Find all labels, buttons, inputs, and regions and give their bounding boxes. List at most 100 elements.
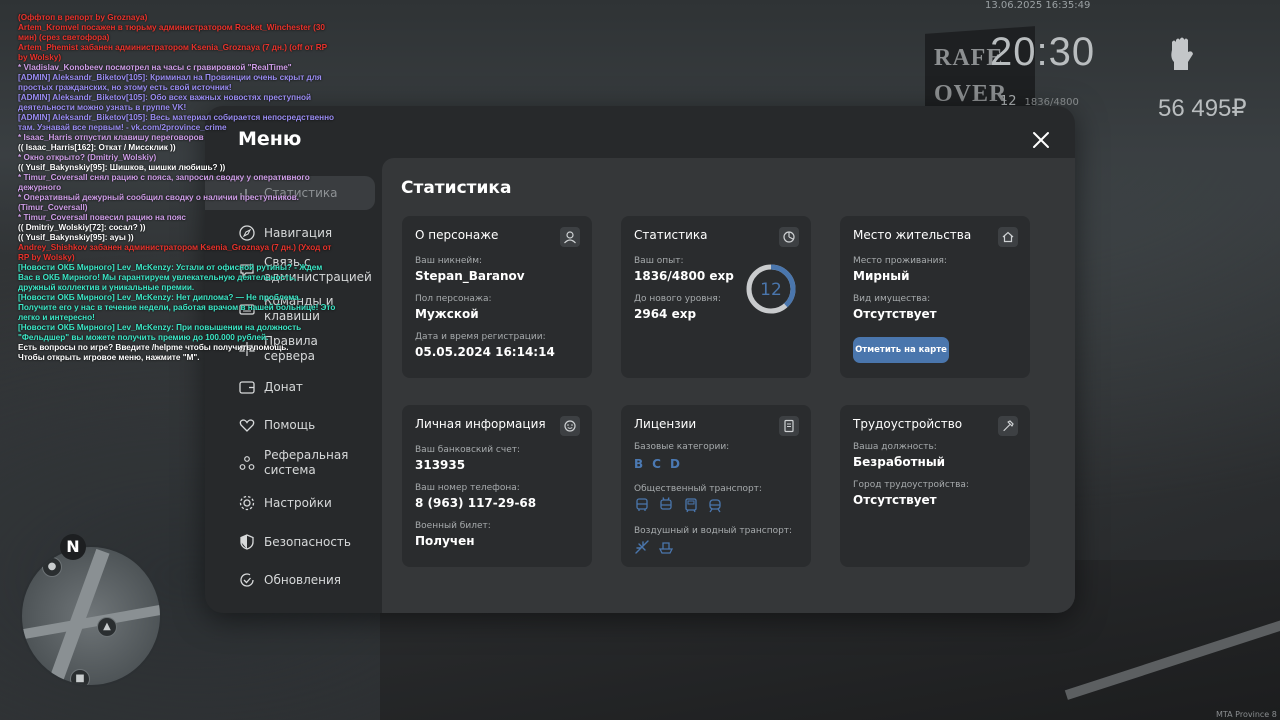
nickname-value: Stepan_Baranov bbox=[415, 269, 525, 283]
metro-icon bbox=[707, 497, 723, 513]
next-level-value: 2964 exp bbox=[634, 307, 697, 321]
sidebar-item-settings[interactable]: Настройки bbox=[205, 486, 375, 520]
chat-line: [Новости ОКБ Мирного] Lev_McKenzy: Устал… bbox=[18, 263, 323, 292]
chat-line: [ADMIN] Aleksandr_Biketov[105]: Обо всех… bbox=[18, 93, 312, 112]
public-transport-label: Общественный транспорт: bbox=[634, 484, 762, 494]
chat-line: (( Yusif_Bakynskiy[95]: Шишков, шишки лю… bbox=[18, 163, 226, 172]
chat-line: Чтобы открыть игровое меню, нажмите "M". bbox=[18, 353, 200, 362]
watermark: MTA Province 8 bbox=[1216, 710, 1277, 719]
next-level-label: До нового уровня: bbox=[634, 294, 721, 304]
chat-line: * Isaac_Harris отпустил клавишу перегово… bbox=[18, 133, 204, 142]
hud-datetime: 13.06.2025 16:35:49 bbox=[985, 0, 1091, 11]
bus-icon bbox=[634, 497, 650, 513]
face-icon bbox=[560, 416, 580, 436]
sidebar-item-label: Обновления bbox=[264, 572, 342, 587]
sidebar-item-label: Помощь bbox=[264, 417, 316, 432]
chat-line: [Новости ОКБ Мирного] Lev_McKenzy: При п… bbox=[18, 323, 302, 342]
gender-label: Пол персонажа: bbox=[415, 294, 492, 304]
sidebar-item-label: Реферальная система bbox=[264, 448, 349, 477]
refresh-icon bbox=[238, 571, 256, 589]
chat-line: * Vladislav_Konobeev посмотрел на часы с… bbox=[18, 63, 292, 72]
base-categories: BCD bbox=[634, 457, 689, 471]
chat-line: [Новости ОКБ Мирного] Lev_McKenzy: Нет д… bbox=[18, 293, 336, 322]
close-button[interactable] bbox=[1029, 128, 1053, 152]
job-city-value: Отсутствует bbox=[853, 493, 937, 507]
hud-money: 56 495₽ bbox=[1158, 95, 1247, 122]
heart-hand-icon bbox=[238, 416, 256, 434]
card-title: Лицензии bbox=[634, 417, 697, 431]
card-job: Трудоустройство Ваша должность: Безработ… bbox=[840, 405, 1030, 567]
military-label: Военный билет: bbox=[415, 521, 491, 531]
bank-value: 313935 bbox=[415, 458, 466, 472]
minimap: ● ▲ ■ bbox=[20, 545, 162, 687]
tram-icon bbox=[683, 497, 699, 513]
minimap-player-icon: ▲ bbox=[97, 617, 117, 637]
minimap-marker-icon: ● bbox=[42, 557, 62, 577]
position-value: Безработный bbox=[853, 455, 946, 469]
chat-line: * Оперативный дежурный сообщил сводку о … bbox=[18, 193, 299, 212]
chat-line: Andrey_Shishkov забанен администратором … bbox=[18, 243, 332, 262]
license-category: C bbox=[652, 457, 661, 471]
chat-line: * Timur_Coversall повесил рацию на пояс bbox=[18, 213, 186, 222]
residence-label: Место проживания: bbox=[853, 256, 947, 266]
gear-icon bbox=[238, 494, 256, 512]
registration-value: 05.05.2024 16:14:14 bbox=[415, 345, 555, 359]
chat-line: [ADMIN] Aleksandr_Biketov[105]: Весь мат… bbox=[18, 113, 335, 132]
level-number: 12 bbox=[760, 280, 782, 300]
menu-content: Статистика О персонаже Ваш никнейм: Step… bbox=[382, 158, 1075, 613]
sidebar-item-donate[interactable]: Донат bbox=[205, 370, 375, 404]
military-value: Получен bbox=[415, 534, 475, 548]
card-character: О персонаже Ваш никнейм: Stepan_Baranov … bbox=[402, 216, 592, 378]
property-value: Отсутствует bbox=[853, 307, 937, 321]
exp-label: Ваш опыт: bbox=[634, 256, 684, 266]
chat-line: * Окно открыто? (Dmitriy_Wolskiy) bbox=[18, 153, 157, 162]
chat-line: (( Dmitriy_Wolskiy[72]: сосал? )) bbox=[18, 223, 146, 232]
minimap-north: N bbox=[60, 534, 86, 560]
residence-value: Мирный bbox=[853, 269, 910, 283]
card-licenses: Лицензии Базовые категории: BCD Обществе… bbox=[621, 405, 811, 567]
minimap-shirt-icon: ■ bbox=[70, 669, 90, 685]
plane-icon bbox=[634, 539, 650, 555]
sidebar-item-referral[interactable]: Реферальная система bbox=[205, 446, 375, 480]
chat-line: Artem_Kromvel посажен в тюрьму администр… bbox=[18, 23, 325, 42]
trolleybus-icon bbox=[658, 497, 674, 513]
mark-on-map-button[interactable]: Отметить на карте bbox=[853, 337, 949, 363]
card-title: Статистика bbox=[634, 228, 708, 242]
referral-icon bbox=[238, 454, 256, 472]
shield-icon bbox=[238, 533, 256, 551]
job-city-label: Город трудоустройства: bbox=[853, 480, 969, 490]
phone-value: 8 (963) 117-29-68 bbox=[415, 496, 537, 510]
phone-label: Ваш номер телефона: bbox=[415, 483, 520, 493]
chat-line: * Timur_Coversall снял рацию с пояса, за… bbox=[18, 173, 310, 192]
card-title: О персонаже bbox=[415, 228, 499, 242]
bank-label: Ваш банковский счет: bbox=[415, 445, 521, 455]
chat-line: (( Yusif_Bakynskiy[95]: ауы )) bbox=[18, 233, 134, 242]
air-water-transport-label: Воздушный и водный транспорт: bbox=[634, 526, 793, 536]
exp-value: 1836/4800 exp bbox=[634, 269, 734, 283]
home-icon bbox=[998, 227, 1018, 247]
chat-line: [ADMIN] Aleksandr_Biketov[105]: Криминал… bbox=[18, 73, 322, 92]
license-icon bbox=[779, 416, 799, 436]
nickname-label: Ваш никнейм: bbox=[415, 256, 483, 266]
hud-clock: 20:30 bbox=[990, 30, 1096, 74]
boat-icon bbox=[658, 539, 674, 555]
card-stats: Статистика Ваш опыт: 1836/4800 exp До но… bbox=[621, 216, 811, 378]
property-label: Вид имущества: bbox=[853, 294, 931, 304]
user-icon bbox=[560, 227, 580, 247]
card-title: Личная информация bbox=[415, 417, 546, 431]
card-personal: Личная информация Ваш банковский счет: 3… bbox=[402, 405, 592, 567]
license-category: B bbox=[634, 457, 644, 471]
sidebar-item-help[interactable]: Помощь bbox=[205, 408, 375, 442]
sidebar-item-label: Безопасность bbox=[264, 534, 351, 549]
chat-line: (( Isaac_Harris[162]: Откат / Миссклик )… bbox=[18, 143, 176, 152]
chat-line: Есть вопросы по игре? Введите /helpme чт… bbox=[18, 343, 289, 352]
gender-value: Мужской bbox=[415, 307, 479, 321]
fist-icon bbox=[1166, 36, 1196, 72]
base-categories-label: Базовые категории: bbox=[634, 442, 730, 452]
sidebar-item-label: Настройки bbox=[264, 495, 332, 510]
sidebar-item-security[interactable]: Безопасность bbox=[205, 525, 375, 559]
chat-line: Artem_Phemist забанен администратором Ks… bbox=[18, 43, 327, 62]
card-title: Место жительства bbox=[853, 228, 972, 242]
card-residence: Место жительства Место проживания: Мирны… bbox=[840, 216, 1030, 378]
sidebar-item-updates[interactable]: Обновления bbox=[205, 563, 375, 597]
